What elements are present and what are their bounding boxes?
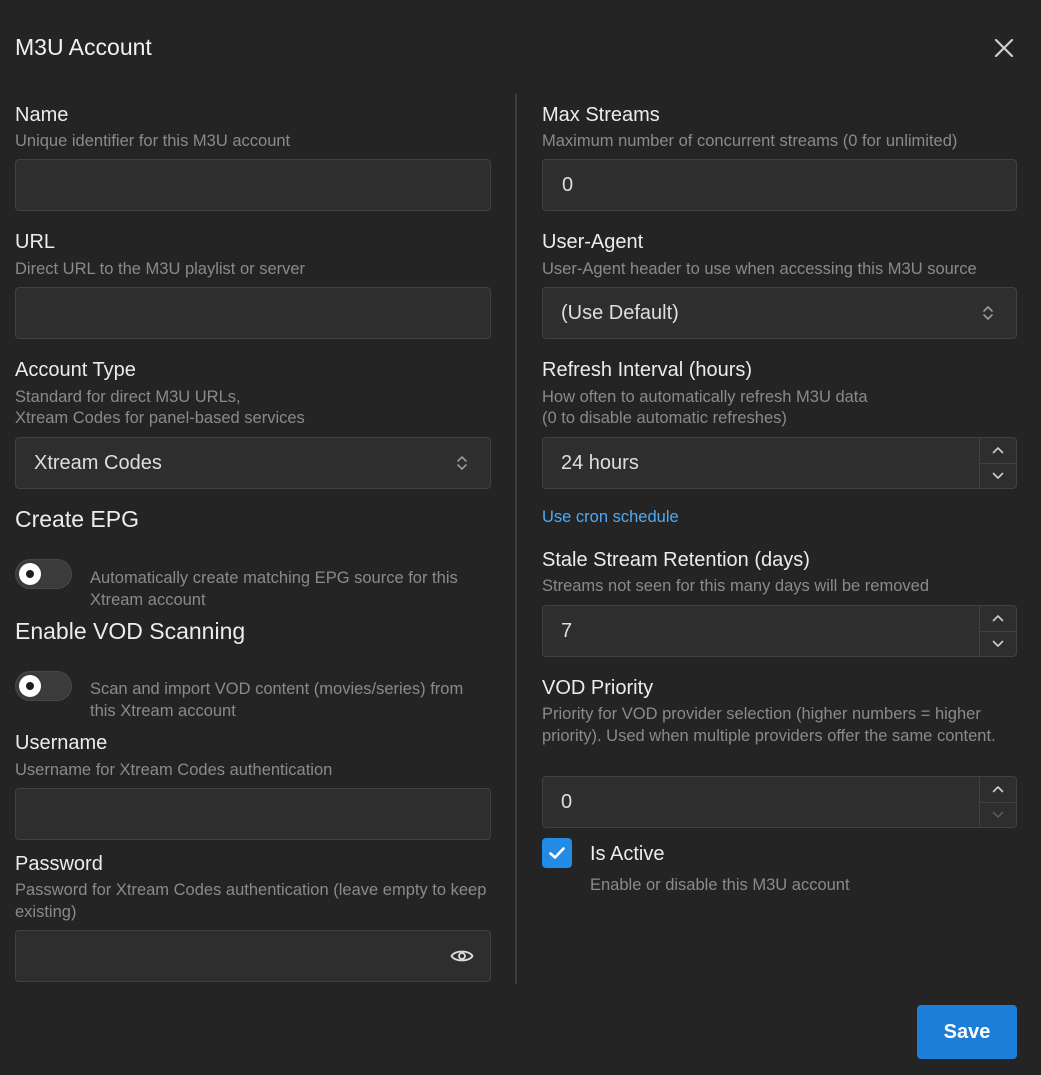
number-stepper	[979, 438, 1016, 488]
account-type-label: Account Type	[15, 359, 136, 381]
number-stepper	[979, 606, 1016, 656]
close-icon	[994, 38, 1014, 58]
column-divider	[515, 94, 517, 984]
chevron-down-icon	[992, 640, 1004, 647]
name-label: Name	[15, 104, 69, 126]
vod-priority-value: 0	[561, 790, 573, 813]
name-input[interactable]	[15, 159, 491, 211]
account-type-description-line2: Xtream Codes for panel-based services	[15, 409, 305, 427]
refresh-interval-value: 24 hours	[561, 451, 639, 474]
stale-retention-description: Streams not seen for this many days will…	[542, 577, 930, 595]
use-cron-schedule-link[interactable]: Use cron schedule	[542, 508, 679, 527]
decrement-button[interactable]	[980, 464, 1016, 489]
chevron-down-icon	[992, 472, 1004, 479]
user-agent-select[interactable]: (Use Default)	[542, 287, 1017, 339]
number-stepper	[979, 777, 1016, 827]
enable-vod-description: Scan and import VOD content (movies/seri…	[90, 680, 464, 720]
increment-button[interactable]	[980, 777, 1016, 803]
refresh-interval-description-line1: How often to automatically refresh M3U d…	[542, 388, 868, 406]
refresh-interval-description-line2: (0 to disable automatic refreshes)	[542, 409, 787, 427]
create-epg-toggle[interactable]	[15, 559, 72, 589]
increment-button[interactable]	[980, 438, 1016, 464]
vod-priority-input[interactable]: 0	[542, 776, 1017, 828]
user-agent-label: User-Agent	[542, 231, 644, 253]
stale-retention-label: Stale Stream Retention (days)	[542, 549, 810, 571]
username-input[interactable]	[15, 788, 491, 840]
decrement-button[interactable]	[980, 803, 1016, 828]
username-description: Username for Xtream Codes authentication	[15, 761, 333, 779]
username-label: Username	[15, 732, 108, 754]
user-agent-selected: (Use Default)	[561, 301, 679, 324]
enable-vod-toggle[interactable]	[15, 671, 72, 701]
modal-title: M3U Account	[15, 34, 152, 60]
stale-retention-value: 7	[561, 619, 573, 642]
close-button[interactable]	[988, 32, 1020, 64]
select-arrows-icon	[456, 454, 468, 472]
increment-button[interactable]	[980, 606, 1016, 632]
decrement-button[interactable]	[980, 632, 1016, 657]
chevron-up-icon	[992, 615, 1004, 622]
check-icon	[549, 847, 565, 859]
refresh-interval-input[interactable]: 24 hours	[542, 437, 1017, 489]
max-streams-description: Maximum number of concurrent streams (0 …	[542, 132, 958, 150]
account-type-description-line1: Standard for direct M3U URLs,	[15, 388, 241, 406]
refresh-interval-label: Refresh Interval (hours)	[542, 359, 753, 381]
max-streams-input[interactable]: 0	[542, 159, 1017, 211]
eye-icon[interactable]	[450, 948, 474, 964]
name-description: Unique identifier for this M3U account	[15, 132, 291, 150]
stale-retention-input[interactable]: 7	[542, 605, 1017, 657]
password-input[interactable]	[15, 930, 491, 982]
m3u-account-modal: M3U Account Name Unique identifier for t…	[0, 0, 1041, 1071]
max-streams-value: 0	[562, 173, 574, 196]
chevron-up-icon	[992, 447, 1004, 454]
enable-vod-label: Enable VOD Scanning	[15, 618, 246, 644]
create-epg-description: Automatically create matching EPG source…	[90, 569, 458, 609]
chevron-down-icon	[992, 811, 1004, 818]
vod-priority-label: VOD Priority	[542, 677, 654, 699]
user-agent-description: User-Agent header to use when accessing …	[542, 260, 977, 278]
url-input[interactable]	[15, 287, 491, 339]
password-description: Password for Xtream Codes authentication…	[15, 881, 487, 921]
is-active-label: Is Active	[590, 843, 665, 865]
is-active-description: Enable or disable this M3U account	[590, 876, 850, 894]
max-streams-label: Max Streams	[542, 104, 660, 126]
create-epg-label: Create EPG	[15, 506, 139, 532]
toggle-knob	[19, 675, 41, 697]
save-button[interactable]: Save	[917, 1005, 1017, 1059]
vod-priority-description: Priority for VOD provider selection (hig…	[542, 705, 996, 745]
account-type-selected: Xtream Codes	[34, 451, 162, 474]
is-active-checkbox[interactable]	[542, 838, 572, 868]
url-label: URL	[15, 231, 56, 253]
password-label: Password	[15, 853, 103, 875]
url-description: Direct URL to the M3U playlist or server	[15, 260, 306, 278]
toggle-knob	[19, 563, 41, 585]
account-type-select[interactable]: Xtream Codes	[15, 437, 491, 489]
select-arrows-icon	[982, 304, 994, 322]
chevron-up-icon	[992, 786, 1004, 793]
